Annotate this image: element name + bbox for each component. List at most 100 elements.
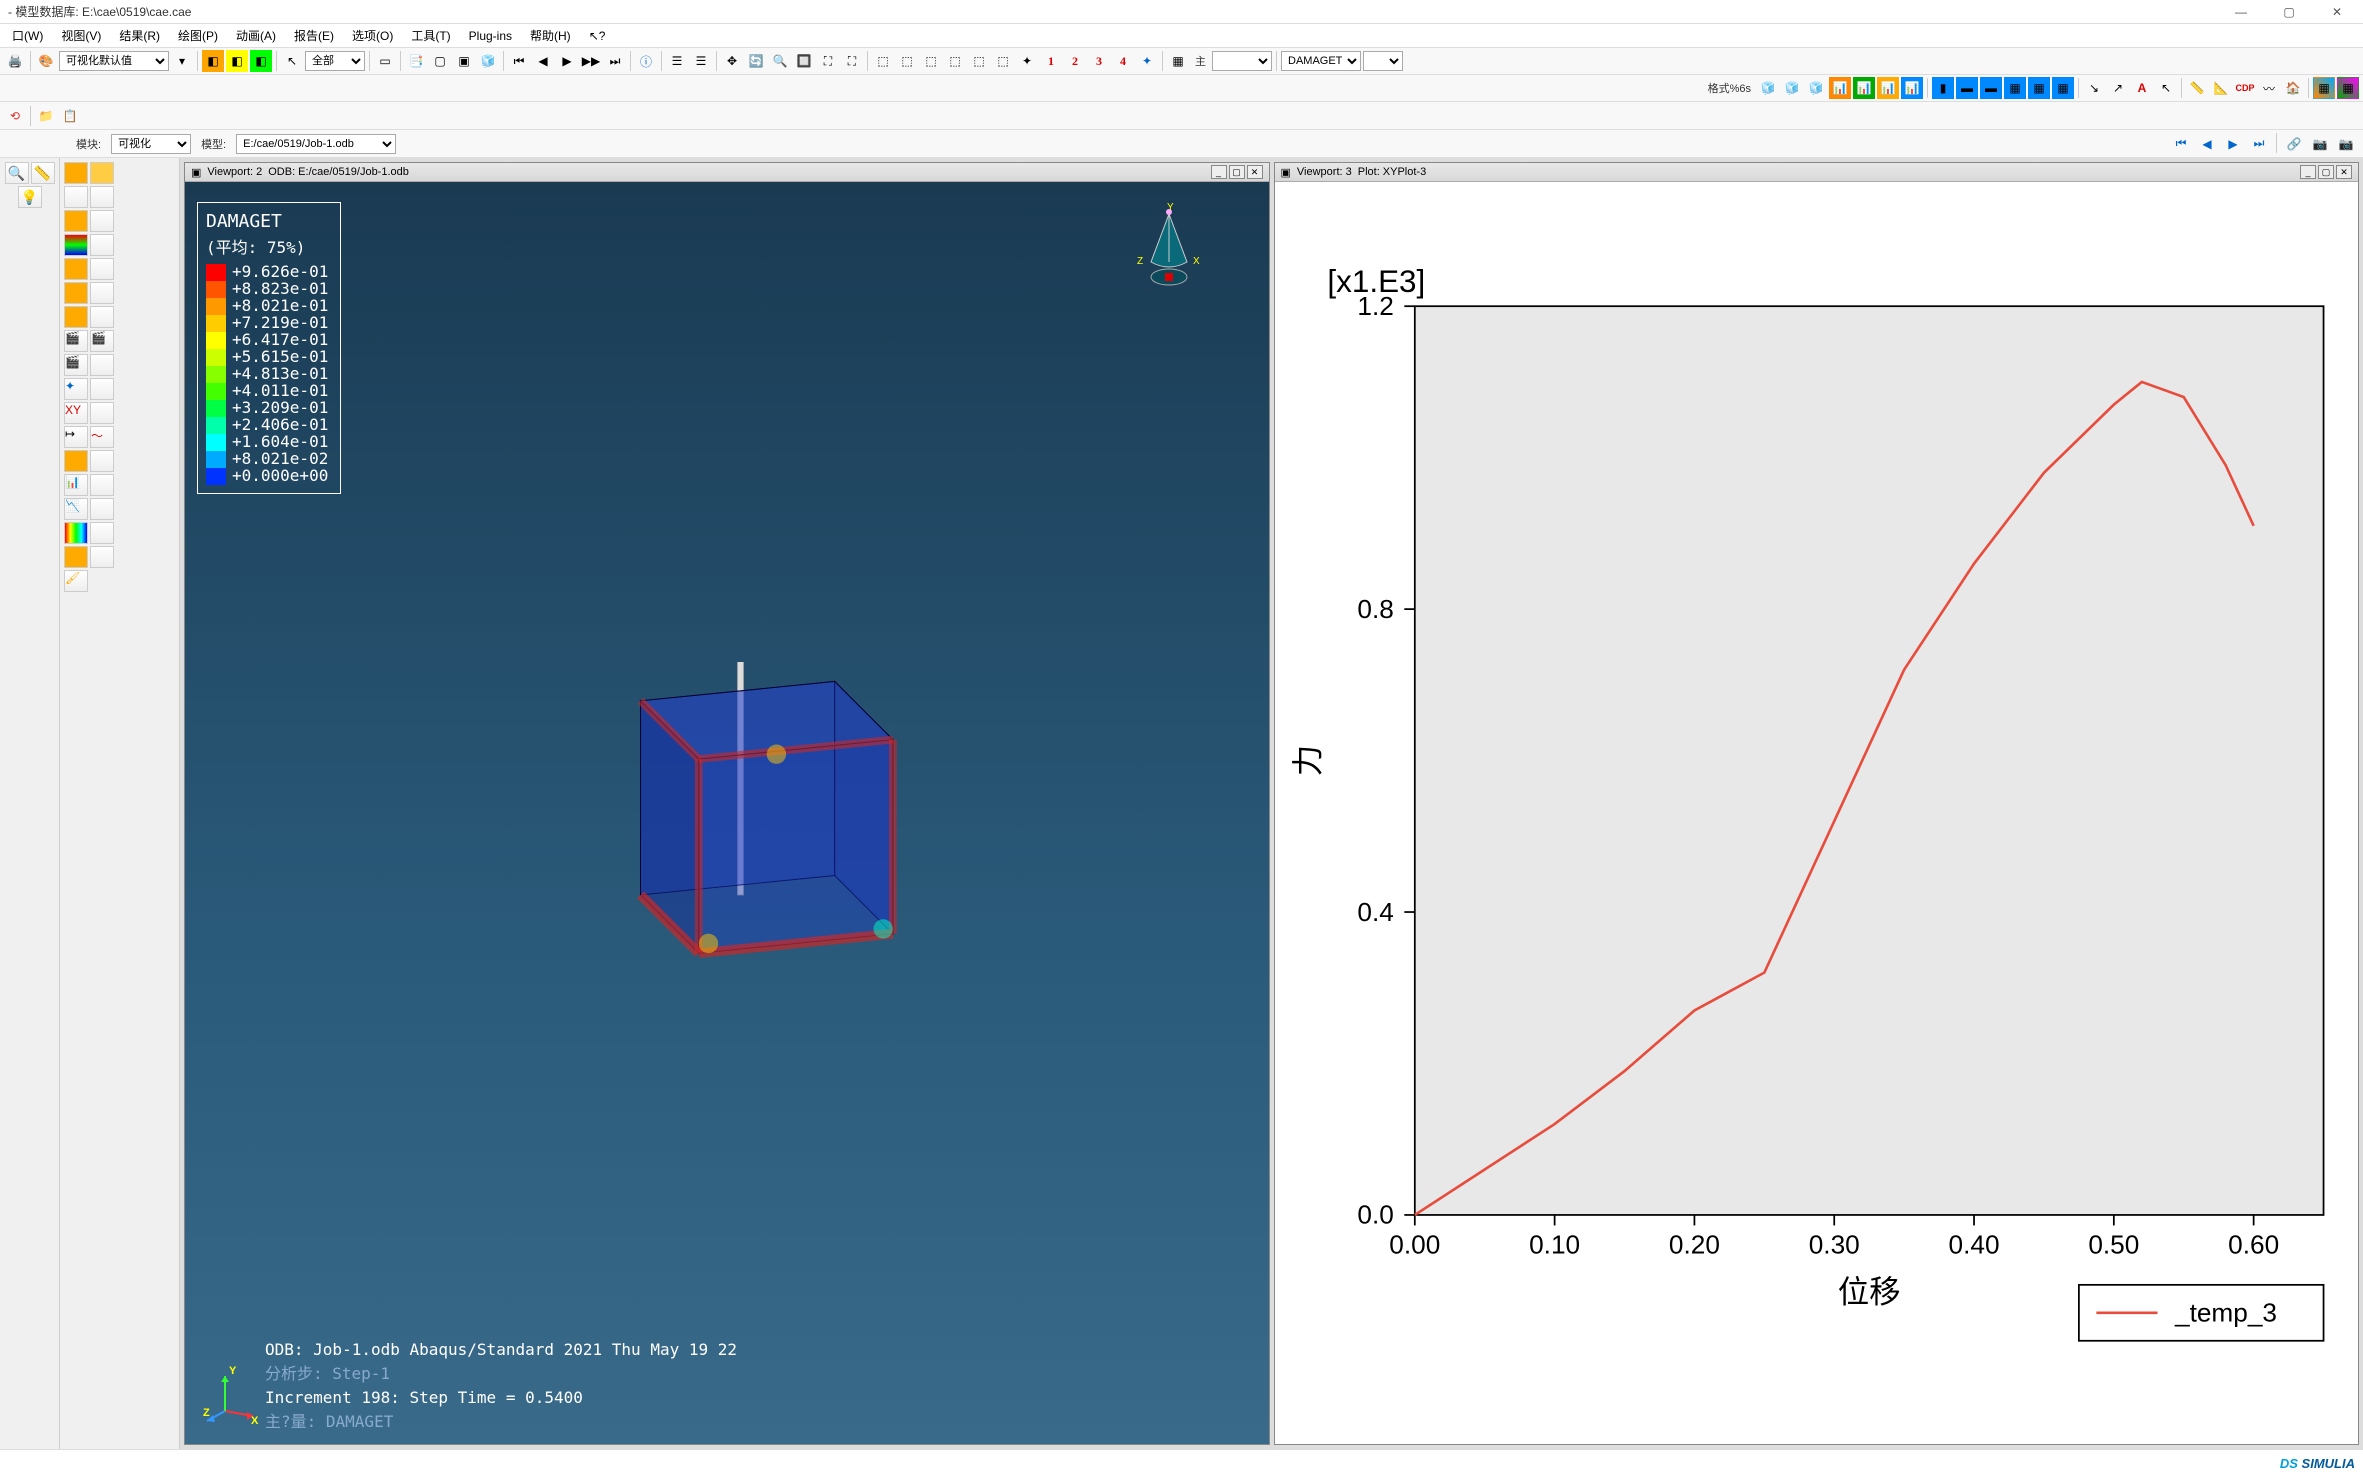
arrow-2-icon[interactable]: ↗ (2107, 77, 2129, 99)
st-anim-1-icon[interactable]: 🎬 (64, 330, 88, 352)
view-iso-icon[interactable]: ✦ (1016, 50, 1038, 72)
split-2-icon[interactable]: ▬ (1956, 77, 1978, 99)
st-29-icon[interactable]: 📉 (64, 498, 88, 520)
st-brush-icon[interactable]: 🖌 (64, 570, 88, 592)
zoom-box-icon[interactable]: 🔲 (793, 50, 815, 72)
st-contour-icon[interactable] (64, 234, 88, 256)
st-csys-icon[interactable]: ✦ (64, 378, 88, 400)
split-6-icon[interactable]: ▦ (2052, 77, 2074, 99)
contour-canvas[interactable]: DAMAGET (平均: 75%) +9.626e-01+8.823e-01+8… (185, 182, 1269, 1444)
menu-plugins[interactable]: Plug-ins (461, 27, 520, 45)
st-22-icon[interactable] (90, 402, 114, 424)
menu-options[interactable]: 选项(O) (344, 25, 401, 46)
xy-plot[interactable]: 0.000.100.200.300.400.500.600.00.40.81.2… (1275, 182, 2359, 1444)
st-25-icon[interactable] (64, 450, 88, 472)
house-icon[interactable]: 🏠 (2282, 77, 2304, 99)
st-27-icon[interactable]: 📊 (64, 474, 88, 496)
st-anim-3-icon[interactable]: 🎬 (64, 354, 88, 376)
st-1-icon[interactable] (64, 162, 88, 184)
csys-icon[interactable]: ✦ (1136, 50, 1158, 72)
cube-a-icon[interactable]: 🧊 (1757, 77, 1779, 99)
rotate-icon[interactable]: 🔄 (745, 50, 767, 72)
nav-next-icon[interactable]: ▶ (2222, 133, 2244, 155)
nav-prev-icon[interactable]: ◀ (2196, 133, 2218, 155)
cursor-icon[interactable]: ↖ (2155, 77, 2177, 99)
st-10-icon[interactable] (90, 258, 114, 280)
pan-icon[interactable]: ✥ (721, 50, 743, 72)
grid-2-icon[interactable]: ☰ (690, 50, 712, 72)
st-32-icon[interactable] (90, 522, 114, 544)
link-icon[interactable]: 🔗 (2283, 133, 2305, 155)
view-xy-icon[interactable]: ⬚ (872, 50, 894, 72)
camera-2-icon[interactable]: 📷 (2335, 133, 2357, 155)
st-14-icon[interactable] (90, 306, 114, 328)
vp2-close-icon[interactable]: ✕ (1247, 165, 1263, 179)
reset-icon[interactable]: ⟲ (4, 105, 26, 127)
st-11-icon[interactable] (64, 282, 88, 304)
select-filter-combo[interactable]: 全部 (305, 51, 365, 71)
split-1-icon[interactable]: ▮ (1932, 77, 1954, 99)
chart-3-icon[interactable]: 📊 (1877, 77, 1899, 99)
nav-first-icon[interactable]: ⏮ (2170, 133, 2192, 155)
rect-select-icon[interactable]: ▭ (374, 50, 396, 72)
st-9-icon[interactable] (64, 258, 88, 280)
st-spectrum-icon[interactable] (64, 522, 88, 544)
st-curve-icon[interactable]: 〜 (90, 426, 114, 448)
nav-last-icon[interactable]: ⏭ (2248, 133, 2270, 155)
last-frame-icon[interactable]: ⏭ (604, 50, 626, 72)
grid-1-icon[interactable]: ☰ (666, 50, 688, 72)
dropdown-icon[interactable]: ▾ (171, 50, 193, 72)
lt-measure-icon[interactable]: 📏 (31, 162, 55, 184)
fit-icon[interactable]: ⛶ (817, 50, 839, 72)
st-33-icon[interactable] (64, 546, 88, 568)
context-help[interactable]: ↖? (581, 27, 614, 45)
layer-icon[interactable]: 📑 (405, 50, 427, 72)
color-3-icon[interactable]: ◧ (250, 50, 272, 72)
st-3-icon[interactable] (64, 186, 88, 208)
st-26-icon[interactable] (90, 450, 114, 472)
play-icon[interactable]: ▶ (556, 50, 578, 72)
split-4-icon[interactable]: ▦ (2004, 77, 2026, 99)
vp3-max-icon[interactable]: ▢ (2318, 165, 2334, 179)
st-5-icon[interactable] (64, 210, 88, 232)
vp2-min-icon[interactable]: _ (1211, 165, 1227, 179)
zoom-icon[interactable]: 🔍 (769, 50, 791, 72)
lt-query-icon[interactable]: 🔍 (5, 162, 29, 184)
wave-icon[interactable]: 〰 (2258, 77, 2280, 99)
split-3-icon[interactable]: ▬ (1980, 77, 2002, 99)
folder-icon[interactable]: 📁 (35, 105, 57, 127)
view-flip3-icon[interactable]: ⬚ (992, 50, 1014, 72)
window-maximize[interactable]: ▢ (2271, 2, 2307, 22)
view-yz-icon[interactable]: ⬚ (920, 50, 942, 72)
st-6-icon[interactable] (90, 210, 114, 232)
module-combo[interactable]: 可视化 (111, 134, 191, 154)
variable-combo[interactable]: DAMAGET (1281, 51, 1361, 71)
menu-window[interactable]: 口(W) (4, 25, 51, 46)
dim-1-icon[interactable]: 📏 (2186, 77, 2208, 99)
mosaic-1-icon[interactable]: ▦ (2313, 77, 2335, 99)
st-arrow-icon[interactable]: ↦ (64, 426, 88, 448)
dim-2-icon[interactable]: 📐 (2210, 77, 2232, 99)
st-13-icon[interactable] (64, 306, 88, 328)
view-3-icon[interactable]: 3 (1088, 50, 1110, 72)
menu-help[interactable]: 帮助(H) (522, 25, 579, 46)
st-anim-2-icon[interactable]: 🎬 (90, 330, 114, 352)
menu-view[interactable]: 视图(V) (53, 25, 109, 46)
pointer-icon[interactable]: ↖ (281, 50, 303, 72)
info-icon[interactable]: ⓘ (635, 50, 657, 72)
view-2-icon[interactable]: 2 (1064, 50, 1086, 72)
cube-c-icon[interactable]: 🧊 (1805, 77, 1827, 99)
prev-frame-icon[interactable]: ◀ (532, 50, 554, 72)
table-icon[interactable]: 📋 (59, 105, 81, 127)
next-frame-icon[interactable]: ▶▶ (580, 50, 602, 72)
window-close[interactable]: ✕ (2319, 2, 2355, 22)
first-frame-icon[interactable]: ⏮ (508, 50, 530, 72)
mosaic-2-icon[interactable]: ▦ (2337, 77, 2359, 99)
cdp-icon[interactable]: CDP (2234, 77, 2256, 99)
st-12-icon[interactable] (90, 282, 114, 304)
color-2-icon[interactable]: ◧ (226, 50, 248, 72)
render-style-combo[interactable]: 可视化默认值 (59, 51, 169, 71)
menu-plot[interactable]: 绘图(P) (170, 25, 226, 46)
lt-light-icon[interactable]: 💡 (18, 186, 42, 208)
vp3-close-icon[interactable]: ✕ (2336, 165, 2352, 179)
